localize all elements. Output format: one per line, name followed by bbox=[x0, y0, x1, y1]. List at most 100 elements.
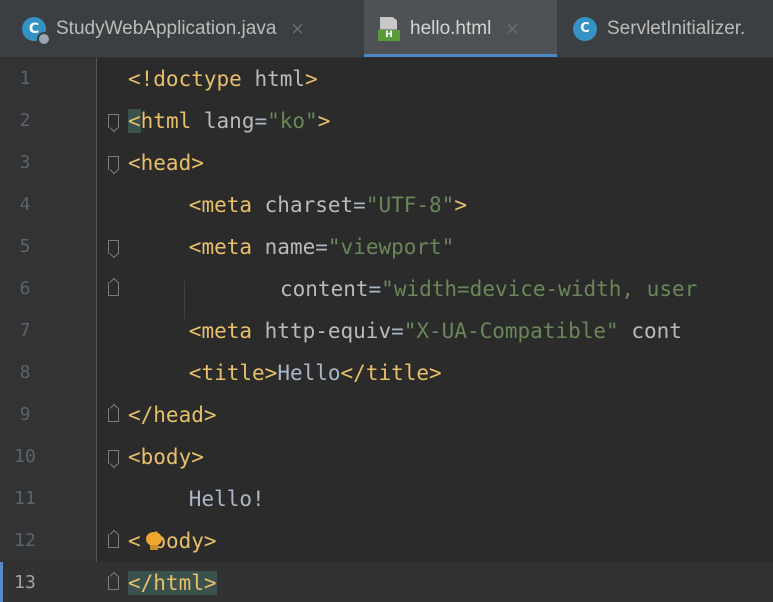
code-token: <meta bbox=[188, 193, 265, 217]
current-line-marker bbox=[0, 562, 3, 602]
tab-label: hello.html bbox=[410, 17, 492, 39]
document-icon bbox=[380, 16, 397, 30]
code-token: lang bbox=[203, 109, 255, 133]
code-token: <meta bbox=[188, 235, 265, 259]
code-line[interactable]: 5 <meta name="viewport" bbox=[0, 226, 773, 268]
code-token: http-equiv bbox=[264, 319, 392, 343]
code-line[interactable]: 4 <meta charset="UTF-8"> bbox=[0, 184, 773, 226]
code-editor[interactable]: 1 <!doctype html> 2 <html lang="ko"> 3 <head>… bbox=[0, 58, 773, 602]
line-number[interactable]: 3 bbox=[0, 142, 50, 184]
code-token: <title> bbox=[188, 361, 278, 385]
code-line[interactable]: 11 Hello! bbox=[0, 478, 773, 520]
line-number[interactable]: 11 bbox=[0, 478, 50, 520]
fold-collapse-icon[interactable] bbox=[108, 156, 119, 170]
line-number[interactable]: 8 bbox=[0, 352, 50, 394]
code-text[interactable]: <meta name="viewport" bbox=[189, 226, 455, 268]
fold-end-icon[interactable] bbox=[108, 534, 119, 548]
code-line[interactable]: 10 <body> bbox=[0, 436, 773, 478]
code-text[interactable]: <!doctype html> bbox=[128, 58, 318, 100]
active-tab-indicator bbox=[364, 54, 557, 57]
line-number[interactable]: 7 bbox=[0, 310, 50, 352]
code-token: name bbox=[264, 235, 316, 259]
fold-end-icon[interactable] bbox=[108, 408, 119, 422]
code-line[interactable]: 8 <title>Hello</title> bbox=[0, 352, 773, 394]
line-number[interactable]: 1 bbox=[0, 58, 50, 100]
html-file-icon: H bbox=[378, 16, 400, 41]
code-token: = bbox=[391, 319, 404, 343]
code-token: charset bbox=[264, 193, 354, 217]
line-number[interactable]: 10 bbox=[0, 436, 50, 478]
close-icon[interactable]: × bbox=[505, 19, 519, 39]
code-text[interactable]: <meta charset="UTF-8"> bbox=[189, 184, 467, 226]
code-token: = bbox=[254, 109, 268, 133]
code-text[interactable]: <head> bbox=[128, 142, 204, 184]
code-text[interactable]: <title>Hello</title> bbox=[189, 352, 442, 394]
code-token: </head> bbox=[128, 403, 217, 427]
line-number[interactable]: 9 bbox=[0, 394, 50, 436]
html-badge: H bbox=[378, 29, 400, 41]
code-line[interactable]: 3 <head> bbox=[0, 142, 773, 184]
code-text[interactable]: <body> bbox=[128, 436, 204, 478]
tab-label: ServletInitializer. bbox=[607, 17, 746, 39]
line-number[interactable]: 13 bbox=[0, 562, 50, 602]
line-number[interactable]: 6 bbox=[0, 268, 50, 310]
code-token: body> bbox=[153, 529, 217, 553]
code-line[interactable]: 7 <meta http-equiv="X-UA-Compatible" cont bbox=[0, 310, 773, 352]
code-token: content bbox=[280, 277, 369, 301]
code-token: > bbox=[317, 109, 331, 133]
bulb-glass bbox=[146, 532, 162, 546]
code-token: Hello bbox=[277, 361, 341, 385]
code-token: html bbox=[140, 109, 192, 133]
tab-study-web-application[interactable]: C StudyWebApplication.java × bbox=[22, 0, 305, 57]
code-token: = bbox=[315, 235, 328, 259]
code-token: < bbox=[128, 109, 141, 133]
code-token: cont bbox=[631, 319, 682, 343]
code-token: <body> bbox=[128, 445, 204, 469]
code-token: = bbox=[353, 193, 366, 217]
intention-bulb-icon[interactable] bbox=[146, 532, 162, 550]
code-text[interactable]: <meta http-equiv="X-UA-Compatible" cont bbox=[189, 310, 682, 352]
code-text[interactable]: </head> bbox=[128, 394, 217, 436]
tab-label: StudyWebApplication.java bbox=[56, 17, 277, 39]
code-token: "ko" bbox=[267, 109, 318, 133]
code-token: <head> bbox=[128, 151, 204, 175]
line-number[interactable]: 12 bbox=[0, 520, 50, 562]
code-line[interactable]: 6 content="width=device-width, user bbox=[0, 268, 773, 310]
code-token: < bbox=[128, 529, 141, 553]
java-class-icon: C bbox=[22, 16, 51, 46]
code-token: </title> bbox=[340, 361, 442, 385]
ide-window: C StudyWebApplication.java × H hello.htm… bbox=[0, 0, 773, 602]
code-line[interactable]: 1 <!doctype html> bbox=[0, 58, 773, 100]
tab-hello-html[interactable]: H hello.html × bbox=[364, 0, 557, 57]
code-token: "width=device-width, user bbox=[381, 277, 698, 301]
code-line[interactable]: 2 <html lang="ko"> bbox=[0, 100, 773, 142]
close-icon[interactable]: × bbox=[290, 19, 304, 39]
code-token: "viewport" bbox=[327, 235, 455, 259]
code-token: > bbox=[454, 193, 467, 217]
bulb-base bbox=[150, 545, 158, 550]
fold-collapse-icon[interactable] bbox=[108, 240, 119, 254]
code-text[interactable]: </html> bbox=[128, 562, 217, 602]
code-line[interactable]: 13 </html> bbox=[0, 562, 773, 602]
fold-end-icon[interactable] bbox=[108, 282, 119, 296]
fold-collapse-icon[interactable] bbox=[108, 450, 119, 464]
code-token: <meta bbox=[188, 319, 265, 343]
line-number[interactable]: 2 bbox=[0, 100, 50, 142]
code-text[interactable]: Hello! bbox=[189, 478, 265, 520]
code-line[interactable]: 12 < body> bbox=[0, 520, 773, 562]
line-number[interactable]: 4 bbox=[0, 184, 50, 226]
editor-tab-bar: C StudyWebApplication.java × H hello.htm… bbox=[0, 0, 773, 58]
code-token: </html> bbox=[128, 571, 217, 595]
code-token: "X-UA-Compatible" bbox=[403, 319, 619, 343]
fold-collapse-icon[interactable] bbox=[108, 114, 119, 128]
gear-icon bbox=[37, 31, 51, 46]
fold-end-icon[interactable] bbox=[108, 576, 119, 590]
tab-servlet-initializer[interactable]: C ServletInitializer. bbox=[573, 0, 745, 57]
code-text[interactable]: content="width=device-width, user bbox=[280, 268, 697, 310]
code-line[interactable]: 9 </head> bbox=[0, 394, 773, 436]
code-text[interactable]: < body> bbox=[128, 520, 217, 562]
line-number[interactable]: 5 bbox=[0, 226, 50, 268]
code-text[interactable]: <html lang="ko"> bbox=[128, 100, 330, 142]
